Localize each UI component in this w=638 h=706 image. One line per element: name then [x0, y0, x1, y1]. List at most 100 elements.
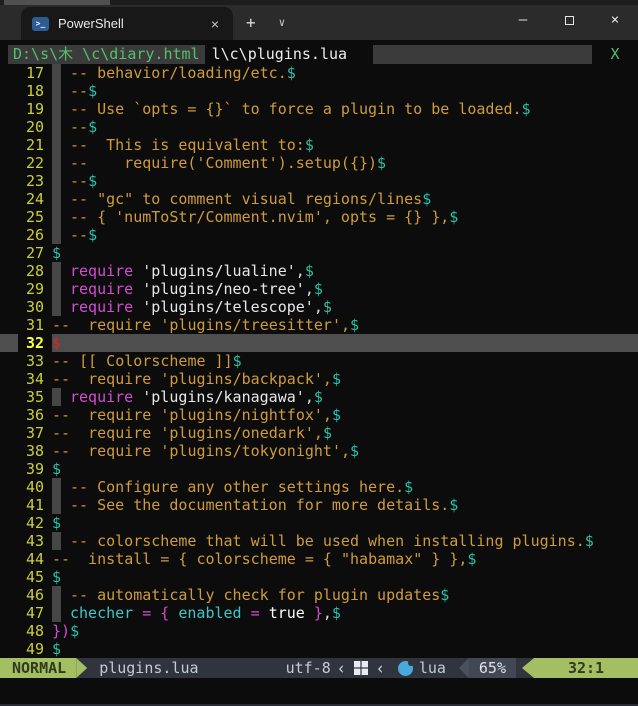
code-line[interactable]: 20--$ — [0, 118, 638, 136]
code-line[interactable]: 44-- install = { colorscheme = { "habama… — [0, 550, 638, 568]
code-line[interactable]: 19-- Use `opts = {}` to force a plugin t… — [0, 100, 638, 118]
code-line[interactable]: 28require 'plugins/lualine',$ — [0, 262, 638, 280]
code-line[interactable]: 21-- This is equivalent to:$ — [0, 136, 638, 154]
editor-buffer[interactable]: 17-- behavior/loading/etc.$18--$19-- Use… — [0, 64, 638, 658]
code-line[interactable]: 27$ — [0, 244, 638, 262]
line-text: $ — [52, 568, 638, 586]
code-line[interactable]: 34-- require 'plugins/backpack',$ — [0, 370, 638, 388]
code-token: -- require 'plugins/tokyonight', — [52, 442, 350, 460]
code-line[interactable]: 47checher = { enabled = true },$ — [0, 604, 638, 622]
code-token: -- behavior/loading/etc. — [70, 64, 287, 82]
line-text: require 'plugins/telescope',$ — [52, 298, 638, 316]
line-number: 17 — [18, 64, 44, 82]
code-line[interactable]: 49$ — [0, 640, 638, 658]
buffer-tab-plugins-active[interactable]: l\c\plugins.lua — [205, 45, 353, 64]
tabline-close-button[interactable]: X — [592, 45, 638, 64]
code-line[interactable]: 22-- require('Comment').setup({})$ — [0, 154, 638, 172]
tab-dropdown-button[interactable]: ∨ — [269, 7, 296, 40]
line-text: -- automatically check for plugin update… — [52, 586, 638, 604]
code-line[interactable]: 17-- behavior/loading/etc.$ — [0, 64, 638, 82]
line-text: require 'plugins/lualine',$ — [52, 262, 638, 280]
line-number: 33 — [18, 352, 44, 370]
code-token: = { — [133, 604, 178, 622]
code-token: -- — [70, 226, 88, 244]
buffer-tab-diary[interactable]: D:\s\木 \c\diary.html — [8, 45, 205, 64]
code-line[interactable]: 46-- automatically check for plugin upda… — [0, 586, 638, 604]
code-line[interactable]: 48})$ — [0, 622, 638, 640]
maximize-button[interactable] — [546, 0, 592, 40]
code-line[interactable]: 36-- require 'plugins/nightfox',$ — [0, 406, 638, 424]
code-line[interactable]: 26--$ — [0, 226, 638, 244]
code-line[interactable]: 41-- See the documentation for more deta… — [0, 496, 638, 514]
code-line[interactable]: 33-- [[ Colorscheme ]]$ — [0, 352, 638, 370]
line-text: -- Use `opts = {}` to force a plugin to … — [52, 100, 638, 118]
scroll-progress: 65% — [469, 658, 516, 678]
code-line[interactable]: 38-- require 'plugins/tokyonight',$ — [0, 442, 638, 460]
code-line[interactable]: 39$ — [0, 460, 638, 478]
sign-column — [0, 442, 18, 460]
indent-guide — [52, 478, 70, 496]
sign-column — [0, 352, 18, 370]
line-number: 43 — [18, 532, 44, 550]
sign-column — [0, 496, 18, 514]
eol-marker: $ — [522, 100, 531, 118]
new-tab-button[interactable]: + — [233, 7, 269, 40]
eol-marker: $ — [52, 640, 61, 658]
code-line[interactable]: 45$ — [0, 568, 638, 586]
code-line[interactable]: 43-- colorscheme that will be used when … — [0, 532, 638, 550]
code-token: -- automatically check for plugin update… — [70, 586, 440, 604]
sign-column — [0, 172, 18, 190]
tab-title: PowerShell — [58, 16, 205, 31]
code-token: 'plugins/telescope' — [142, 298, 314, 316]
code-token: -- { 'numToStr/Comment.nvim', opts = {} … — [70, 208, 449, 226]
code-line[interactable]: 35require 'plugins/kanagawa',$ — [0, 388, 638, 406]
code-line[interactable]: 23--$ — [0, 172, 638, 190]
eol-marker: $ — [332, 604, 341, 622]
terminal-tab-powershell[interactable]: >_ PowerShell × — [21, 7, 233, 40]
indent-guide — [52, 298, 70, 316]
code-line[interactable]: 24-- "gc" to comment visual regions/line… — [0, 190, 638, 208]
sign-column — [0, 118, 18, 136]
minimize-button[interactable]: – — [500, 0, 546, 40]
eol-marker: $ — [332, 370, 341, 388]
eol-marker: $ — [88, 226, 97, 244]
code-line[interactable]: 31-- require 'plugins/treesitter',$ — [0, 316, 638, 334]
command-line[interactable] — [0, 678, 638, 696]
tab-close-icon[interactable]: × — [205, 14, 225, 34]
line-text: -- This is equivalent to:$ — [52, 136, 638, 154]
code-line[interactable]: 42$ — [0, 514, 638, 532]
eol-marker: $ — [440, 586, 449, 604]
eol-marker: $ — [88, 82, 97, 100]
indent-guide — [52, 388, 70, 406]
sign-column — [0, 316, 18, 334]
sign-column — [0, 514, 18, 532]
line-number: 32 — [18, 334, 44, 352]
line-number: 30 — [18, 298, 44, 316]
indent-guide — [52, 136, 70, 154]
sign-column — [0, 100, 18, 118]
code-line[interactable]: 37-- require 'plugins/onedark',$ — [0, 424, 638, 442]
indent-guide — [52, 118, 70, 136]
line-number: 35 — [18, 388, 44, 406]
code-line-cursor[interactable]: 32$ — [0, 334, 638, 352]
code-token: , — [305, 280, 314, 298]
line-text: checher = { enabled = true },$ — [52, 604, 638, 622]
sign-column — [0, 388, 18, 406]
maximize-icon — [565, 16, 574, 25]
line-number: 29 — [18, 280, 44, 298]
code-token: , — [314, 298, 323, 316]
code-line[interactable]: 30 require 'plugins/telescope',$ — [0, 298, 638, 316]
code-line[interactable]: 29require 'plugins/neo-tree',$ — [0, 280, 638, 298]
eol-marker: $ — [377, 154, 386, 172]
eol-marker: $ — [52, 244, 61, 262]
window-titlebar: >_ PowerShell × + ∨ – × — [0, 0, 638, 40]
eol-marker: $ — [350, 442, 359, 460]
code-line[interactable]: 40-- Configure any other settings here.$ — [0, 478, 638, 496]
sign-column — [0, 424, 18, 442]
code-line[interactable]: 25-- { 'numToStr/Comment.nvim', opts = {… — [0, 208, 638, 226]
sign-column — [0, 136, 18, 154]
close-button[interactable]: × — [592, 0, 638, 40]
indent-guide — [52, 190, 70, 208]
code-token: } — [305, 604, 323, 622]
code-line[interactable]: 18--$ — [0, 82, 638, 100]
